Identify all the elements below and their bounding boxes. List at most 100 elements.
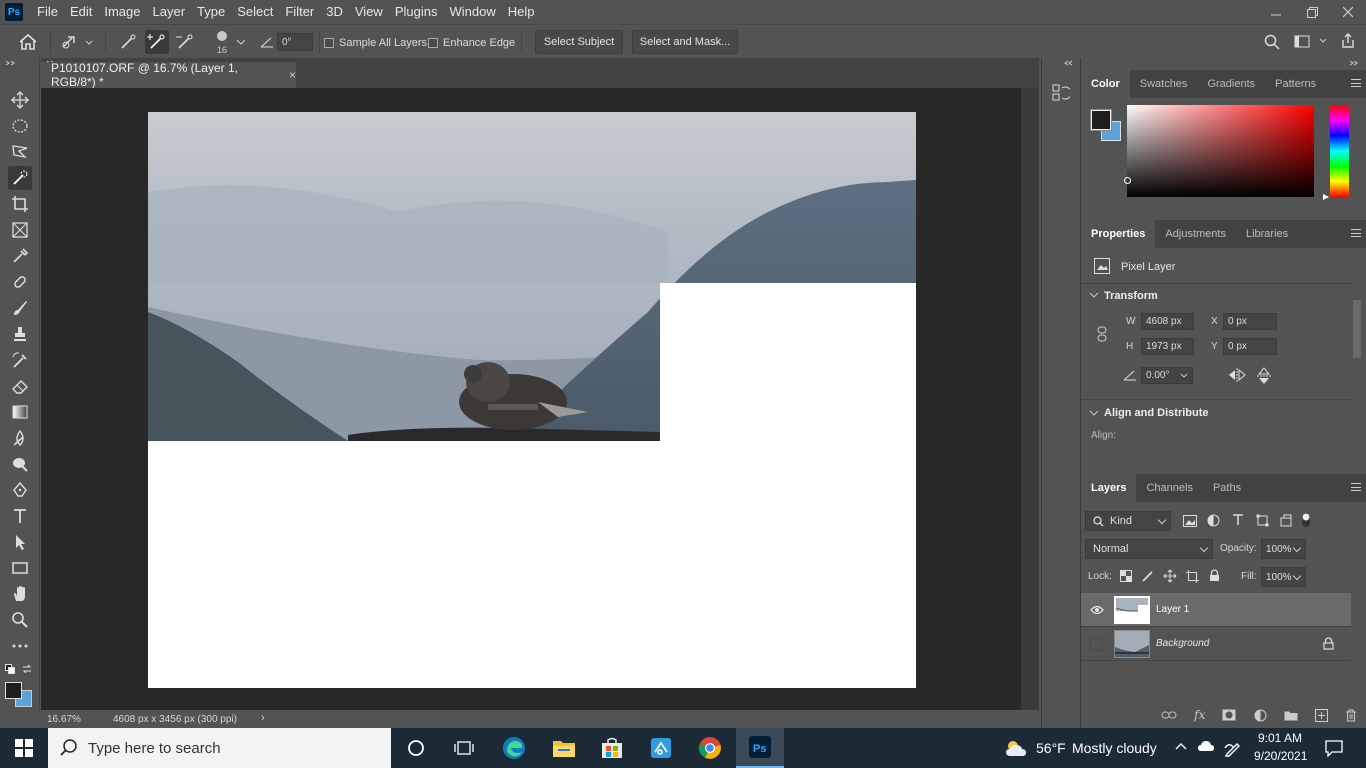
task-view-icon[interactable] bbox=[440, 728, 488, 768]
tab-color[interactable]: Color bbox=[1081, 70, 1130, 98]
height-input[interactable]: 1973 px bbox=[1141, 338, 1194, 355]
layer-row-background[interactable]: Background bbox=[1081, 627, 1351, 661]
chrome-browser-icon[interactable] bbox=[686, 728, 734, 768]
new-layer-icon[interactable] bbox=[1314, 708, 1328, 722]
history-panel-icon[interactable] bbox=[1052, 84, 1070, 102]
tab-libraries[interactable]: Libraries bbox=[1236, 220, 1298, 248]
filter-adjustment-icon[interactable] bbox=[1207, 514, 1220, 527]
crop-tool-icon[interactable] bbox=[8, 192, 32, 216]
default-colors-icon[interactable] bbox=[5, 664, 15, 674]
filter-pixel-icon[interactable] bbox=[1183, 515, 1197, 527]
visibility-toggle-off[interactable] bbox=[1090, 638, 1103, 651]
menu-view[interactable]: View bbox=[349, 0, 389, 24]
flip-horizontal-icon[interactable] bbox=[1228, 368, 1246, 382]
edge-browser-icon[interactable] bbox=[490, 728, 538, 768]
color-field[interactable] bbox=[1124, 105, 1314, 197]
blur-tool-icon[interactable] bbox=[8, 426, 32, 450]
properties-panel-menu-icon[interactable] bbox=[1351, 229, 1361, 237]
type-tool-icon[interactable] bbox=[8, 504, 32, 528]
add-to-selection-icon[interactable] bbox=[145, 30, 169, 54]
close-tab-icon[interactable]: × bbox=[289, 68, 296, 82]
select-subject-button[interactable]: Select Subject bbox=[535, 30, 623, 54]
layer-filter-kind-dropdown[interactable]: Kind bbox=[1085, 511, 1171, 531]
filter-toggle-icon[interactable] bbox=[1301, 512, 1311, 528]
file-explorer-icon[interactable] bbox=[540, 728, 588, 768]
add-mask-icon[interactable] bbox=[1222, 709, 1236, 721]
tab-paths[interactable]: Paths bbox=[1203, 474, 1251, 502]
onedrive-icon[interactable] bbox=[1197, 740, 1215, 752]
minimize-button[interactable] bbox=[1258, 0, 1294, 24]
menu-file[interactable]: File bbox=[31, 0, 64, 24]
taskbar-time[interactable]: 9:01 AM bbox=[1258, 731, 1302, 745]
link-layers-icon[interactable] bbox=[1161, 710, 1177, 720]
lock-all-icon[interactable] bbox=[1209, 569, 1220, 582]
quick-selection-tool-icon[interactable] bbox=[8, 166, 32, 190]
menu-3d[interactable]: 3D bbox=[320, 0, 349, 24]
blend-mode-dropdown[interactable]: Normal bbox=[1085, 539, 1213, 559]
subtract-from-selection-icon[interactable] bbox=[175, 32, 195, 52]
collapse-toolbar-icon[interactable] bbox=[5, 60, 17, 66]
chevron-down-icon[interactable] bbox=[236, 39, 246, 47]
filter-smart-object-icon[interactable] bbox=[1280, 514, 1292, 527]
pen-workspace-icon[interactable] bbox=[1224, 739, 1242, 757]
weather-temperature[interactable]: 56°F bbox=[1036, 740, 1066, 756]
menu-image[interactable]: Image bbox=[98, 0, 146, 24]
fill-input[interactable]: 100% bbox=[1261, 567, 1306, 587]
layers-panel-menu-icon[interactable] bbox=[1351, 483, 1361, 491]
taskbar-search-box[interactable]: Type here to search bbox=[48, 728, 391, 768]
filter-type-icon[interactable] bbox=[1232, 514, 1244, 526]
menu-window[interactable]: Window bbox=[443, 0, 501, 24]
filter-shape-icon[interactable] bbox=[1256, 514, 1269, 527]
delete-layer-icon[interactable] bbox=[1345, 709, 1357, 722]
tab-adjustments[interactable]: Adjustments bbox=[1155, 220, 1236, 248]
document-tab[interactable]: P1010107.ORF @ 16.7% (Layer 1, RGB/8*) *… bbox=[41, 61, 296, 89]
tab-patterns[interactable]: Patterns bbox=[1265, 70, 1326, 98]
menu-layer[interactable]: Layer bbox=[147, 0, 192, 24]
cortana-icon[interactable] bbox=[392, 728, 440, 768]
restore-button[interactable] bbox=[1294, 0, 1330, 24]
select-and-mask-button[interactable]: Select and Mask... bbox=[632, 30, 738, 54]
new-selection-icon[interactable] bbox=[118, 32, 138, 52]
opacity-input[interactable]: 100% bbox=[1261, 539, 1306, 559]
menu-type[interactable]: Type bbox=[191, 0, 231, 24]
move-tool-icon[interactable] bbox=[8, 88, 32, 112]
healing-brush-tool-icon[interactable] bbox=[8, 270, 32, 294]
lock-artboard-icon[interactable] bbox=[1186, 570, 1199, 583]
menu-select[interactable]: Select bbox=[231, 0, 279, 24]
workspace-icon[interactable] bbox=[1294, 35, 1328, 49]
color-panel-foreground-swatch[interactable] bbox=[1090, 109, 1112, 131]
microsoft-store-icon[interactable] bbox=[588, 728, 636, 768]
flip-vertical-icon[interactable] bbox=[1257, 367, 1271, 385]
y-input[interactable]: 0 px bbox=[1223, 338, 1277, 355]
properties-scrollbar[interactable] bbox=[1351, 288, 1363, 443]
align-distribute-header[interactable]: Align and Distribute bbox=[1104, 407, 1209, 419]
taskbar-date[interactable]: 9/20/2021 bbox=[1254, 749, 1307, 763]
more-tools-icon[interactable] bbox=[8, 634, 32, 658]
canvas-scrollbar[interactable] bbox=[1021, 88, 1039, 710]
tab-properties[interactable]: Properties bbox=[1081, 220, 1156, 248]
zoom-level[interactable]: 16.67% bbox=[47, 714, 81, 725]
clone-stamp-tool-icon[interactable] bbox=[8, 322, 32, 346]
brush-size-picker[interactable]: 16 bbox=[208, 29, 238, 55]
polygonal-lasso-tool-icon[interactable] bbox=[8, 140, 32, 164]
chevron-down-icon[interactable] bbox=[1089, 409, 1099, 417]
collapse-iconstrip-icon[interactable] bbox=[1064, 60, 1074, 66]
tab-swatches[interactable]: Swatches bbox=[1130, 70, 1198, 98]
layer-style-icon[interactable]: fx bbox=[1194, 708, 1205, 722]
home-icon[interactable] bbox=[18, 33, 38, 51]
share-icon[interactable] bbox=[1340, 33, 1356, 49]
frame-tool-icon[interactable] bbox=[8, 218, 32, 242]
chevron-up-icon[interactable] bbox=[1175, 742, 1187, 750]
foreground-color-swatch[interactable] bbox=[5, 682, 22, 699]
hand-tool-icon[interactable] bbox=[8, 582, 32, 606]
collapse-right-panel-icon[interactable] bbox=[1349, 60, 1359, 66]
close-button[interactable] bbox=[1330, 0, 1366, 24]
gradient-tool-icon[interactable] bbox=[8, 400, 32, 424]
notification-icon[interactable] bbox=[1325, 739, 1343, 757]
eyedropper-tool-icon[interactable] bbox=[8, 244, 32, 268]
transform-header[interactable]: Transform bbox=[1104, 290, 1158, 302]
brush-tool-icon[interactable] bbox=[8, 296, 32, 320]
history-brush-tool-icon[interactable] bbox=[8, 348, 32, 372]
color-panel-menu-icon[interactable] bbox=[1351, 79, 1361, 87]
layer-row-layer-1[interactable]: Layer 1 bbox=[1081, 593, 1351, 627]
